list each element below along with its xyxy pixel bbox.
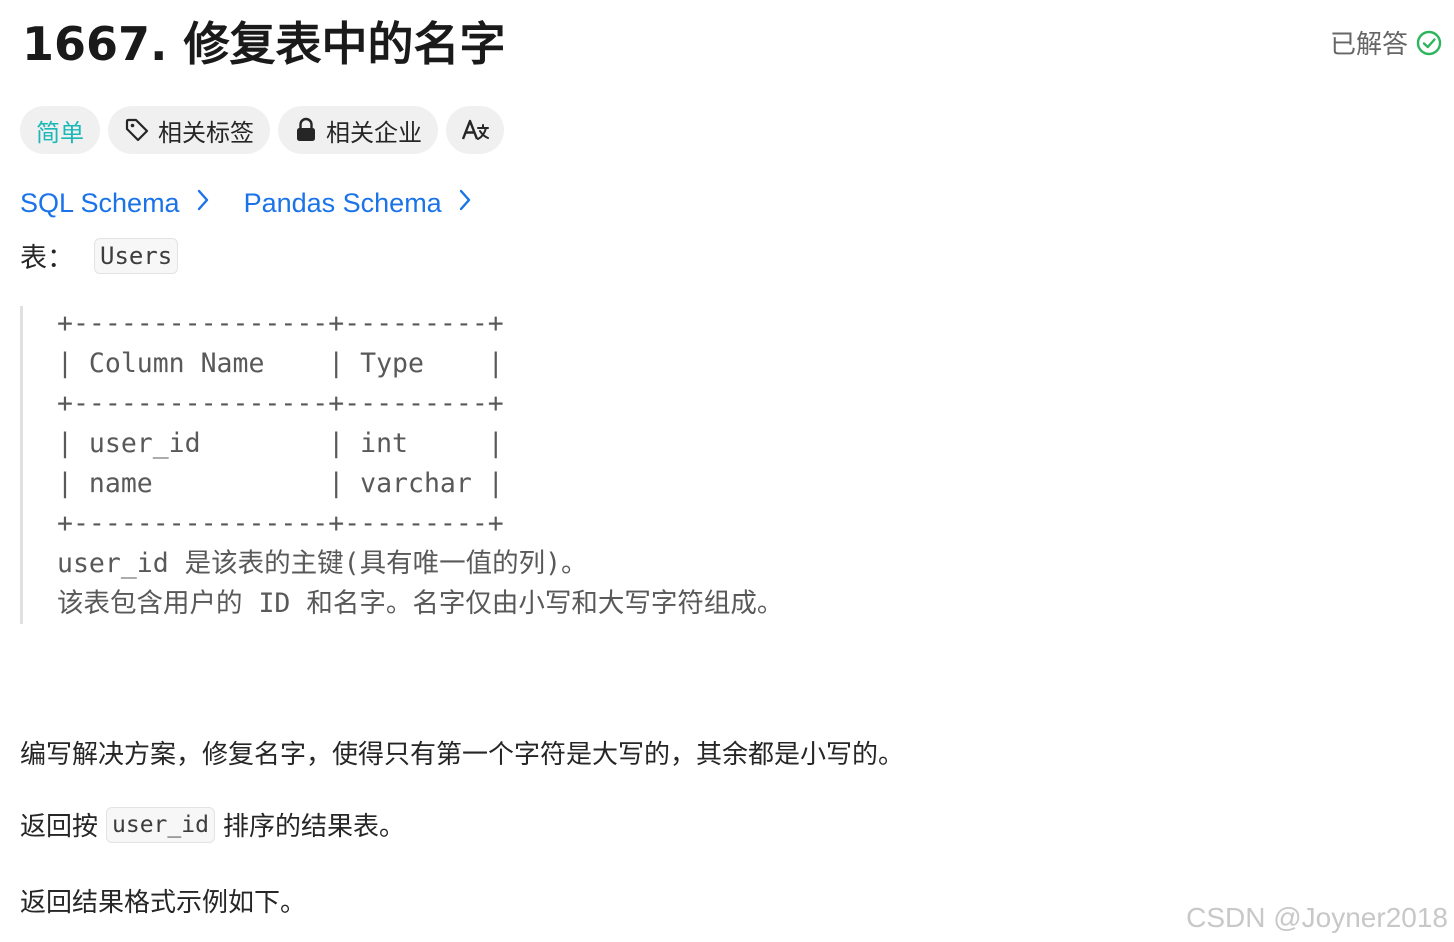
chevron-right-icon xyxy=(458,188,472,219)
translate-icon xyxy=(460,117,490,143)
task-description: 编写解决方案，修复名字，使得只有第一个字符是大写的，其余都是小写的。 xyxy=(20,734,904,771)
schema-line: +----------------+---------+ xyxy=(57,508,504,539)
solved-status: 已解答 xyxy=(1330,24,1442,61)
language-toggle[interactable] xyxy=(446,106,504,154)
schema-line: 该表包含用户的 ID 和名字。名字仅由小写和大写字符组成。 xyxy=(57,588,784,619)
related-companies-label: 相关企业 xyxy=(326,118,422,147)
check-circle-icon xyxy=(1416,30,1442,56)
schema-line: user_id 是该表的主键(具有唯一值的列)。 xyxy=(57,548,588,579)
table-intro-label: 表： xyxy=(20,243,74,274)
table-name-code: Users xyxy=(94,237,179,274)
related-topics-button[interactable]: 相关标签 xyxy=(108,106,270,154)
schema-links: SQL Schema Pandas Schema xyxy=(20,188,472,219)
schema-line: +----------------+---------+ xyxy=(57,308,504,339)
order-suffix: 排序的结果表。 xyxy=(222,812,405,842)
tag-icon xyxy=(124,117,150,143)
problem-title: 1667. 修复表中的名字 xyxy=(22,17,506,71)
sql-schema-label: SQL Schema xyxy=(20,188,180,218)
difficulty-label: 简单 xyxy=(36,118,84,147)
order-column-code: user_id xyxy=(106,806,215,843)
difficulty-badge: 简单 xyxy=(20,106,100,154)
lock-icon xyxy=(294,117,318,143)
schema-code-block: +----------------+---------+ | Column Na… xyxy=(20,306,957,624)
schema-line: +----------------+---------+ xyxy=(57,388,504,419)
watermark: CSDN @Joyner2018 xyxy=(1186,902,1448,933)
order-prefix: 返回按 xyxy=(20,812,99,842)
pandas-schema-link[interactable]: Pandas Schema xyxy=(244,188,472,219)
chevron-right-icon xyxy=(196,188,210,219)
table-intro: 表： Users xyxy=(20,236,179,275)
schema-line: | Column Name | Type | xyxy=(57,348,504,379)
example-intro: 返回结果格式示例如下。 xyxy=(20,882,306,919)
related-companies-button[interactable]: 相关企业 xyxy=(278,106,438,154)
schema-line: | user_id | int | xyxy=(57,428,504,459)
order-description: 返回按 user_id 排序的结果表。 xyxy=(20,806,405,843)
task-text: 编写解决方案，修复名字，使得只有第一个字符是大写的，其余都是小写的。 xyxy=(20,740,905,770)
example-intro-text: 返回结果格式示例如下。 xyxy=(20,888,307,918)
related-topics-label: 相关标签 xyxy=(158,118,254,147)
tag-bar: 简单 相关标签 相关企业 xyxy=(20,106,504,154)
sql-schema-link[interactable]: SQL Schema xyxy=(20,188,210,219)
pandas-schema-label: Pandas Schema xyxy=(243,188,442,218)
solved-label: 已解答 xyxy=(1329,30,1408,60)
schema-line: | name | varchar | xyxy=(57,468,504,499)
